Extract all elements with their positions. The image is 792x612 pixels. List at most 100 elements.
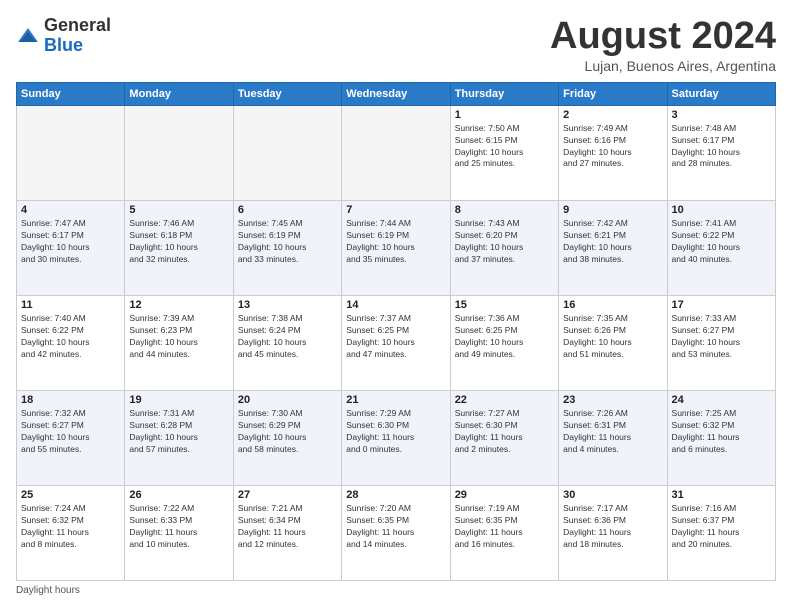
calendar-cell: 13 Sunrise: 7:38 AM Sunset: 6:24 PM Dayli… — [233, 295, 341, 390]
day-info: Sunrise: 7:26 AM Sunset: 6:31 PM Dayligh… — [563, 408, 662, 456]
calendar-cell: 22 Sunrise: 7:27 AM Sunset: 6:30 PM Dayli… — [450, 390, 558, 485]
day-info: Sunrise: 7:49 AM Sunset: 6:16 PM Dayligh… — [563, 123, 662, 171]
day-info: Sunrise: 7:41 AM Sunset: 6:22 PM Dayligh… — [672, 218, 771, 266]
subtitle: Lujan, Buenos Aires, Argentina — [550, 58, 776, 74]
day-number: 9 — [563, 204, 662, 216]
day-number: 4 — [21, 204, 120, 216]
col-header-friday: Friday — [559, 82, 667, 105]
calendar-cell: 14Sunrise: 7:37 AM Sunset: 6:25 PM Dayli… — [342, 295, 450, 390]
col-header-wednesday: Wednesday — [342, 82, 450, 105]
day-info: Sunrise: 7:24 AM Sunset: 6:32 PM Dayligh… — [21, 503, 120, 551]
calendar-cell: 21Sunrise: 7:29 AM Sunset: 6:30 PM Dayli… — [342, 390, 450, 485]
day-number: 22 — [455, 394, 554, 406]
day-info: Sunrise: 7:45 AM Sunset: 6:19 PM Dayligh… — [238, 218, 337, 266]
calendar-cell — [17, 105, 125, 200]
calendar-cell: 28 Sunrise: 7:20 AM Sunset: 6:35 PM Dayli… — [342, 485, 450, 580]
day-number: 7 — [346, 204, 445, 216]
day-number: 23 — [563, 394, 662, 406]
calendar-cell: 1 Sunrise: 7:50 AM Sunset: 6:15 PM Daylig… — [450, 105, 558, 200]
day-info: Sunrise: 7:22 AM Sunset: 6:33 PM Dayligh… — [129, 503, 228, 551]
col-header-thursday: Thursday — [450, 82, 558, 105]
day-number: 13 — [238, 299, 337, 311]
calendar-cell: 2 Sunrise: 7:49 AM Sunset: 6:16 PM Daylig… — [559, 105, 667, 200]
calendar-cell — [342, 105, 450, 200]
footer-note: Daylight hours — [16, 585, 776, 596]
header: General Blue August 2024 Lujan, Buenos A… — [16, 16, 776, 74]
day-info: Sunrise: 7:35 AM Sunset: 6:26 PM Dayligh… — [563, 313, 662, 361]
calendar-header-row: SundayMondayTuesdayWednesdayThursdayFrid… — [17, 82, 776, 105]
day-info: Sunrise: 7:30 AM Sunset: 6:29 PM Dayligh… — [238, 408, 337, 456]
calendar-week-5: 25 Sunrise: 7:24 AM Sunset: 6:32 PM Dayli… — [17, 485, 776, 580]
day-number: 5 — [129, 204, 228, 216]
page: General Blue August 2024 Lujan, Buenos A… — [0, 0, 792, 612]
day-number: 8 — [455, 204, 554, 216]
day-info: Sunrise: 7:39 AM Sunset: 6:23 PM Dayligh… — [129, 313, 228, 361]
calendar-cell: 15 Sunrise: 7:36 AM Sunset: 6:25 PM Dayli… — [450, 295, 558, 390]
day-info: Sunrise: 7:46 AM Sunset: 6:18 PM Dayligh… — [129, 218, 228, 266]
day-info: Sunrise: 7:17 AM Sunset: 6:36 PM Dayligh… — [563, 503, 662, 551]
day-number: 15 — [455, 299, 554, 311]
day-info: Sunrise: 7:47 AM Sunset: 6:17 PM Dayligh… — [21, 218, 120, 266]
day-info: Sunrise: 7:44 AM Sunset: 6:19 PM Dayligh… — [346, 218, 445, 266]
calendar-cell: 9Sunrise: 7:42 AM Sunset: 6:21 PM Daylig… — [559, 200, 667, 295]
logo-icon — [16, 24, 40, 48]
day-number: 25 — [21, 489, 120, 501]
day-number: 3 — [672, 109, 771, 121]
calendar-cell: 4 Sunrise: 7:47 AM Sunset: 6:17 PM Daylig… — [17, 200, 125, 295]
day-info: Sunrise: 7:38 AM Sunset: 6:24 PM Dayligh… — [238, 313, 337, 361]
calendar-cell: 20 Sunrise: 7:30 AM Sunset: 6:29 PM Dayli… — [233, 390, 341, 485]
calendar-cell: 19 Sunrise: 7:31 AM Sunset: 6:28 PM Dayli… — [125, 390, 233, 485]
calendar-cell: 7 Sunrise: 7:44 AM Sunset: 6:19 PM Daylig… — [342, 200, 450, 295]
day-number: 6 — [238, 204, 337, 216]
calendar-cell — [125, 105, 233, 200]
day-info: Sunrise: 7:21 AM Sunset: 6:34 PM Dayligh… — [238, 503, 337, 551]
day-info: Sunrise: 7:20 AM Sunset: 6:35 PM Dayligh… — [346, 503, 445, 551]
day-number: 28 — [346, 489, 445, 501]
calendar-cell: 27Sunrise: 7:21 AM Sunset: 6:34 PM Dayli… — [233, 485, 341, 580]
calendar-cell: 17 Sunrise: 7:33 AM Sunset: 6:27 PM Dayli… — [667, 295, 775, 390]
day-info: Sunrise: 7:36 AM Sunset: 6:25 PM Dayligh… — [455, 313, 554, 361]
day-number: 20 — [238, 394, 337, 406]
day-number: 16 — [563, 299, 662, 311]
day-info: Sunrise: 7:27 AM Sunset: 6:30 PM Dayligh… — [455, 408, 554, 456]
calendar-cell: 12Sunrise: 7:39 AM Sunset: 6:23 PM Dayli… — [125, 295, 233, 390]
day-number: 26 — [129, 489, 228, 501]
calendar-cell: 29Sunrise: 7:19 AM Sunset: 6:35 PM Dayli… — [450, 485, 558, 580]
day-info: Sunrise: 7:16 AM Sunset: 6:37 PM Dayligh… — [672, 503, 771, 551]
calendar-cell: 18Sunrise: 7:32 AM Sunset: 6:27 PM Dayli… — [17, 390, 125, 485]
day-number: 2 — [563, 109, 662, 121]
day-number: 17 — [672, 299, 771, 311]
day-info: Sunrise: 7:32 AM Sunset: 6:27 PM Dayligh… — [21, 408, 120, 456]
day-number: 24 — [672, 394, 771, 406]
day-info: Sunrise: 7:33 AM Sunset: 6:27 PM Dayligh… — [672, 313, 771, 361]
day-info: Sunrise: 7:37 AM Sunset: 6:25 PM Dayligh… — [346, 313, 445, 361]
calendar-cell: 8 Sunrise: 7:43 AM Sunset: 6:20 PM Daylig… — [450, 200, 558, 295]
day-number: 21 — [346, 394, 445, 406]
day-info: Sunrise: 7:50 AM Sunset: 6:15 PM Dayligh… — [455, 123, 554, 171]
calendar-week-3: 11Sunrise: 7:40 AM Sunset: 6:22 PM Dayli… — [17, 295, 776, 390]
col-header-sunday: Sunday — [17, 82, 125, 105]
col-header-monday: Monday — [125, 82, 233, 105]
day-number: 1 — [455, 109, 554, 121]
logo-text: General Blue — [44, 16, 111, 56]
calendar-cell: 30 Sunrise: 7:17 AM Sunset: 6:36 PM Dayli… — [559, 485, 667, 580]
day-number: 19 — [129, 394, 228, 406]
calendar-cell: 16 Sunrise: 7:35 AM Sunset: 6:26 PM Dayli… — [559, 295, 667, 390]
col-header-tuesday: Tuesday — [233, 82, 341, 105]
calendar-cell: 23 Sunrise: 7:26 AM Sunset: 6:31 PM Dayli… — [559, 390, 667, 485]
calendar-week-1: 1 Sunrise: 7:50 AM Sunset: 6:15 PM Daylig… — [17, 105, 776, 200]
day-number: 29 — [455, 489, 554, 501]
main-title: August 2024 — [550, 16, 776, 58]
day-number: 30 — [563, 489, 662, 501]
day-info: Sunrise: 7:31 AM Sunset: 6:28 PM Dayligh… — [129, 408, 228, 456]
title-block: August 2024 Lujan, Buenos Aires, Argenti… — [550, 16, 776, 74]
calendar-cell: 26 Sunrise: 7:22 AM Sunset: 6:33 PM Dayli… — [125, 485, 233, 580]
day-number: 11 — [21, 299, 120, 311]
day-info: Sunrise: 7:43 AM Sunset: 6:20 PM Dayligh… — [455, 218, 554, 266]
calendar-cell: 11Sunrise: 7:40 AM Sunset: 6:22 PM Dayli… — [17, 295, 125, 390]
day-info: Sunrise: 7:25 AM Sunset: 6:32 PM Dayligh… — [672, 408, 771, 456]
day-info: Sunrise: 7:48 AM Sunset: 6:17 PM Dayligh… — [672, 123, 771, 171]
calendar-cell: 10Sunrise: 7:41 AM Sunset: 6:22 PM Dayli… — [667, 200, 775, 295]
logo-general: General — [44, 16, 111, 36]
calendar-cell — [233, 105, 341, 200]
